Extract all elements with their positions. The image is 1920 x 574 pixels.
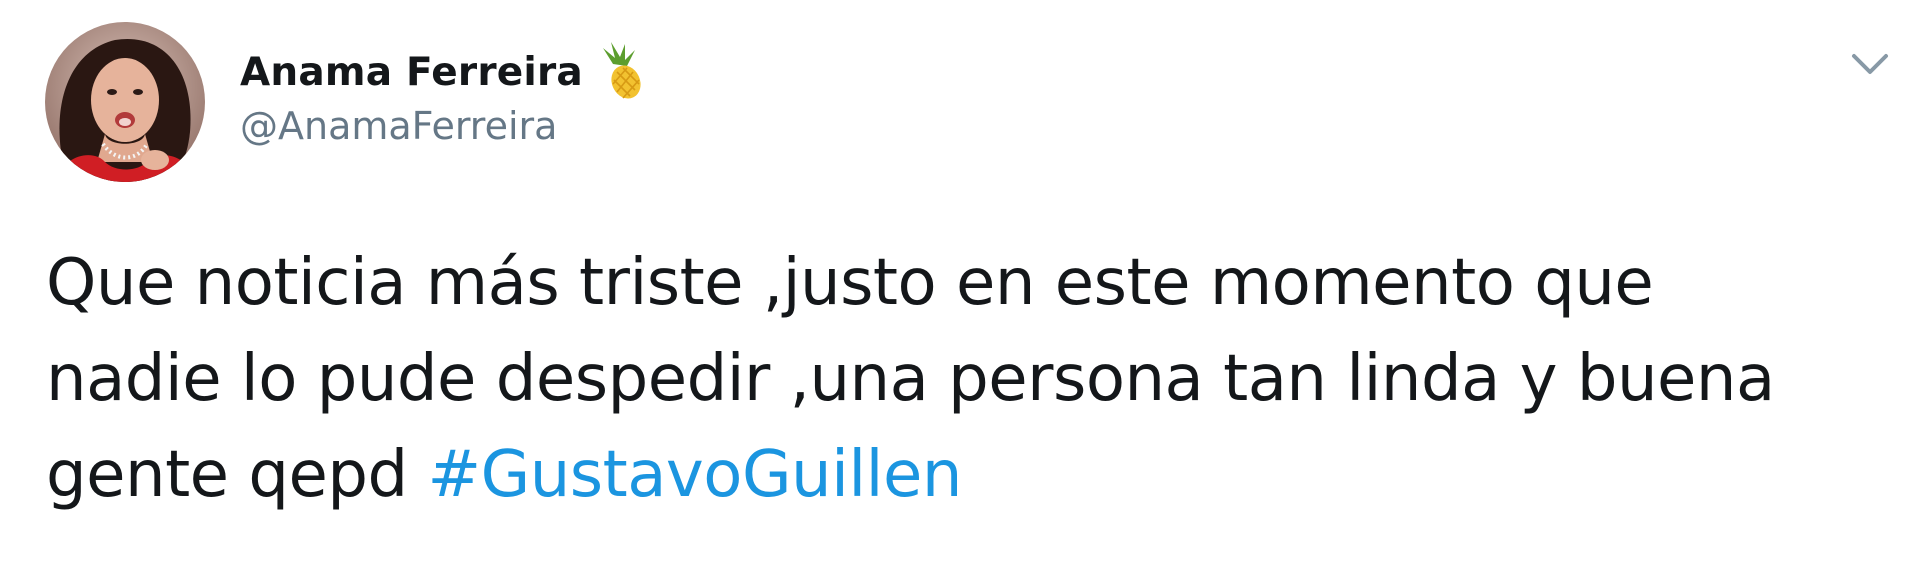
tweet-line-2: nadie lo pude despedir ,una persona tan …: [46, 342, 1775, 416]
author-block: Anama Ferreira @AnamaFerreira: [240, 42, 645, 148]
avatar[interactable]: [45, 22, 205, 182]
pineapple-icon: [595, 42, 645, 102]
tweet-text: Que noticia más triste ,justo en este mo…: [46, 235, 1886, 523]
chevron-down-icon[interactable]: [1848, 42, 1892, 86]
tweet-line-1: Que noticia más triste ,justo en este mo…: [46, 246, 1654, 320]
profile-photo-icon: [45, 22, 205, 182]
name-row: Anama Ferreira: [240, 42, 645, 102]
tweet-card: Anama Ferreira @AnamaFerreira Que notici…: [0, 0, 1920, 574]
user-handle[interactable]: @AnamaFerreira: [240, 104, 645, 148]
hashtag-link[interactable]: #GustavoGuillen: [427, 438, 962, 512]
tweet-line-3: gente qepd: [46, 438, 428, 512]
display-name[interactable]: Anama Ferreira: [240, 50, 583, 95]
